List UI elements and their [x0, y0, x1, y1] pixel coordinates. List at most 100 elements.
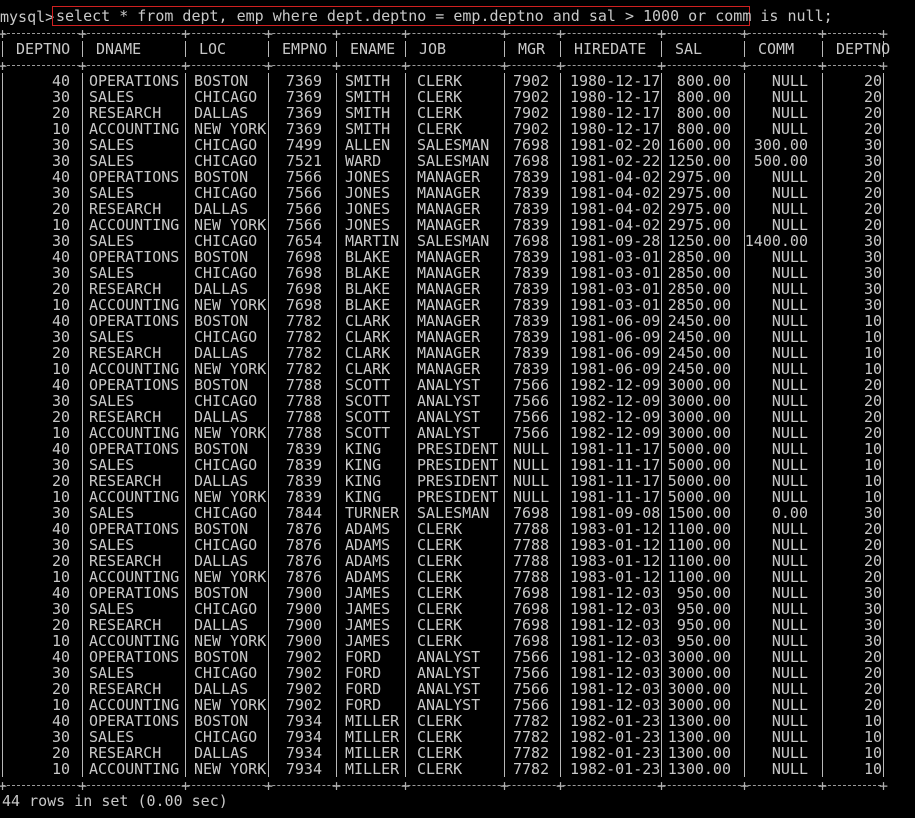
table-cell: 10: [863, 360, 882, 378]
command-line[interactable]: mysql> select * from dept, emp where dep…: [0, 6, 833, 26]
column-divider: [405, 441, 406, 457]
column-divider: [2, 713, 3, 729]
table-cell: 1983-01-12: [570, 536, 661, 554]
table-cell: MANAGER: [417, 168, 481, 186]
table-cell: SALES: [89, 232, 135, 250]
table-cell: CHICAGO: [194, 728, 258, 746]
table-cell: MANAGER: [417, 344, 481, 362]
table-cell: 7698: [285, 248, 322, 266]
column-divider: [744, 345, 745, 361]
table-cell: 2450.00: [667, 312, 731, 330]
table-cell: NULL: [771, 72, 808, 90]
table-row: 20 RESEARCH DALLAS 7839 KING PRESIDENT NULL 198…: [0, 473, 915, 489]
column-divider: [744, 553, 745, 569]
column-divider: [405, 537, 406, 553]
column-divider: [883, 601, 884, 617]
table-cell: OPERATIONS: [89, 648, 180, 666]
column-divider: [504, 537, 505, 553]
table-cell: SALES: [89, 392, 135, 410]
column-divider: [82, 553, 83, 569]
column-divider: [744, 313, 745, 329]
column-divider: [883, 649, 884, 665]
column-divider: [744, 41, 745, 57]
table-cell: SALESMAN: [417, 232, 490, 250]
table-cell: NULL: [771, 296, 808, 314]
column-divider: [822, 297, 823, 313]
column-divider: [268, 473, 269, 489]
column-divider: [504, 521, 505, 537]
column-divider: [661, 473, 662, 489]
table-cell: BLAKE: [345, 248, 391, 266]
column-divider: [405, 281, 406, 297]
column-divider: [82, 377, 83, 393]
column-divider: [405, 217, 406, 233]
table-cell: 2975.00: [667, 216, 731, 234]
column-divider: [504, 713, 505, 729]
table-cell: 1981-12-03: [570, 648, 661, 666]
column-divider: [560, 697, 561, 713]
table-cell: 1981-06-09: [570, 312, 661, 330]
table-cell: 7566: [513, 392, 550, 410]
column-divider: [185, 505, 186, 521]
table-cell: 7788: [285, 424, 322, 442]
column-divider: [744, 617, 745, 633]
table-cell: ADAMS: [345, 568, 391, 586]
column-divider: [744, 425, 745, 441]
table-row: 10 ACCOUNTING NEW YORK 7900 JAMES CLERK 7698 19…: [0, 633, 915, 649]
table-cell: 7788: [285, 392, 322, 410]
table-cell: 7566: [285, 216, 322, 234]
table-cell: 1981-11-17: [570, 488, 661, 506]
column-divider: [822, 521, 823, 537]
table-cell: 7839: [285, 456, 322, 474]
column-divider: [883, 585, 884, 601]
column-divider: [822, 345, 823, 361]
table-cell: NULL: [771, 280, 808, 298]
column-divider: [405, 137, 406, 153]
column-divider: [661, 649, 662, 665]
table-cell: 7782: [513, 728, 550, 746]
table-row: 40 OPERATIONS BOSTON 7788 SCOTT ANALYST 7566 19…: [0, 377, 915, 393]
column-divider: [336, 121, 337, 137]
column-divider: [82, 729, 83, 745]
column-divider: [504, 201, 505, 217]
table-cell: JAMES: [345, 632, 391, 650]
column-divider: [2, 89, 3, 105]
sql-query[interactable]: select * from dept, emp where dept.deptn…: [56, 8, 833, 24]
column-divider: [82, 713, 83, 729]
column-divider: [268, 281, 269, 297]
column-divider: [560, 633, 561, 649]
column-divider: [822, 169, 823, 185]
table-cell: 1983-01-12: [570, 568, 661, 586]
table-cell: ACCOUNTING: [89, 488, 180, 506]
column-divider: [822, 489, 823, 505]
column-divider: [744, 585, 745, 601]
column-divider: [744, 73, 745, 89]
column-divider: [268, 601, 269, 617]
column-divider: [82, 73, 83, 89]
table-cell: NULL: [771, 584, 808, 602]
table-cell: CLERK: [417, 104, 463, 122]
column-divider: [744, 649, 745, 665]
result-summary: 44 rows in set (0.00 sec): [2, 792, 228, 810]
table-cell: 10: [51, 760, 70, 778]
table-cell: ANALYST: [417, 408, 481, 426]
table-row: 20 RESEARCH DALLAS 7369 SMITH CLERK 7902 1980-1…: [0, 105, 915, 121]
table-row: 10 ACCOUNTING NEW YORK 7902 FORD ANALYST 7566 1…: [0, 697, 915, 713]
table-row: 30 SALES CHICAGO 7788 SCOTT ANALYST 7566 1982-1…: [0, 393, 915, 409]
table-cell: 1250.00: [667, 232, 731, 250]
table-row: 10 ACCOUNTING NEW YORK 7788 SCOTT ANALYST 7566…: [0, 425, 915, 441]
column-divider: [883, 217, 884, 233]
table-cell: NULL: [771, 760, 808, 778]
table-cell: 30: [51, 664, 70, 682]
column-divider: [661, 585, 662, 601]
column-divider: [560, 425, 561, 441]
column-divider: [82, 617, 83, 633]
table-cell: CHICAGO: [194, 136, 258, 154]
table-cell: 7934: [285, 744, 322, 762]
table-cell: CHICAGO: [194, 152, 258, 170]
column-divider: [82, 313, 83, 329]
column-divider: [822, 569, 823, 585]
column-divider: [504, 633, 505, 649]
table-cell: 1983-01-12: [570, 552, 661, 570]
table-cell: MILLER: [345, 728, 400, 746]
